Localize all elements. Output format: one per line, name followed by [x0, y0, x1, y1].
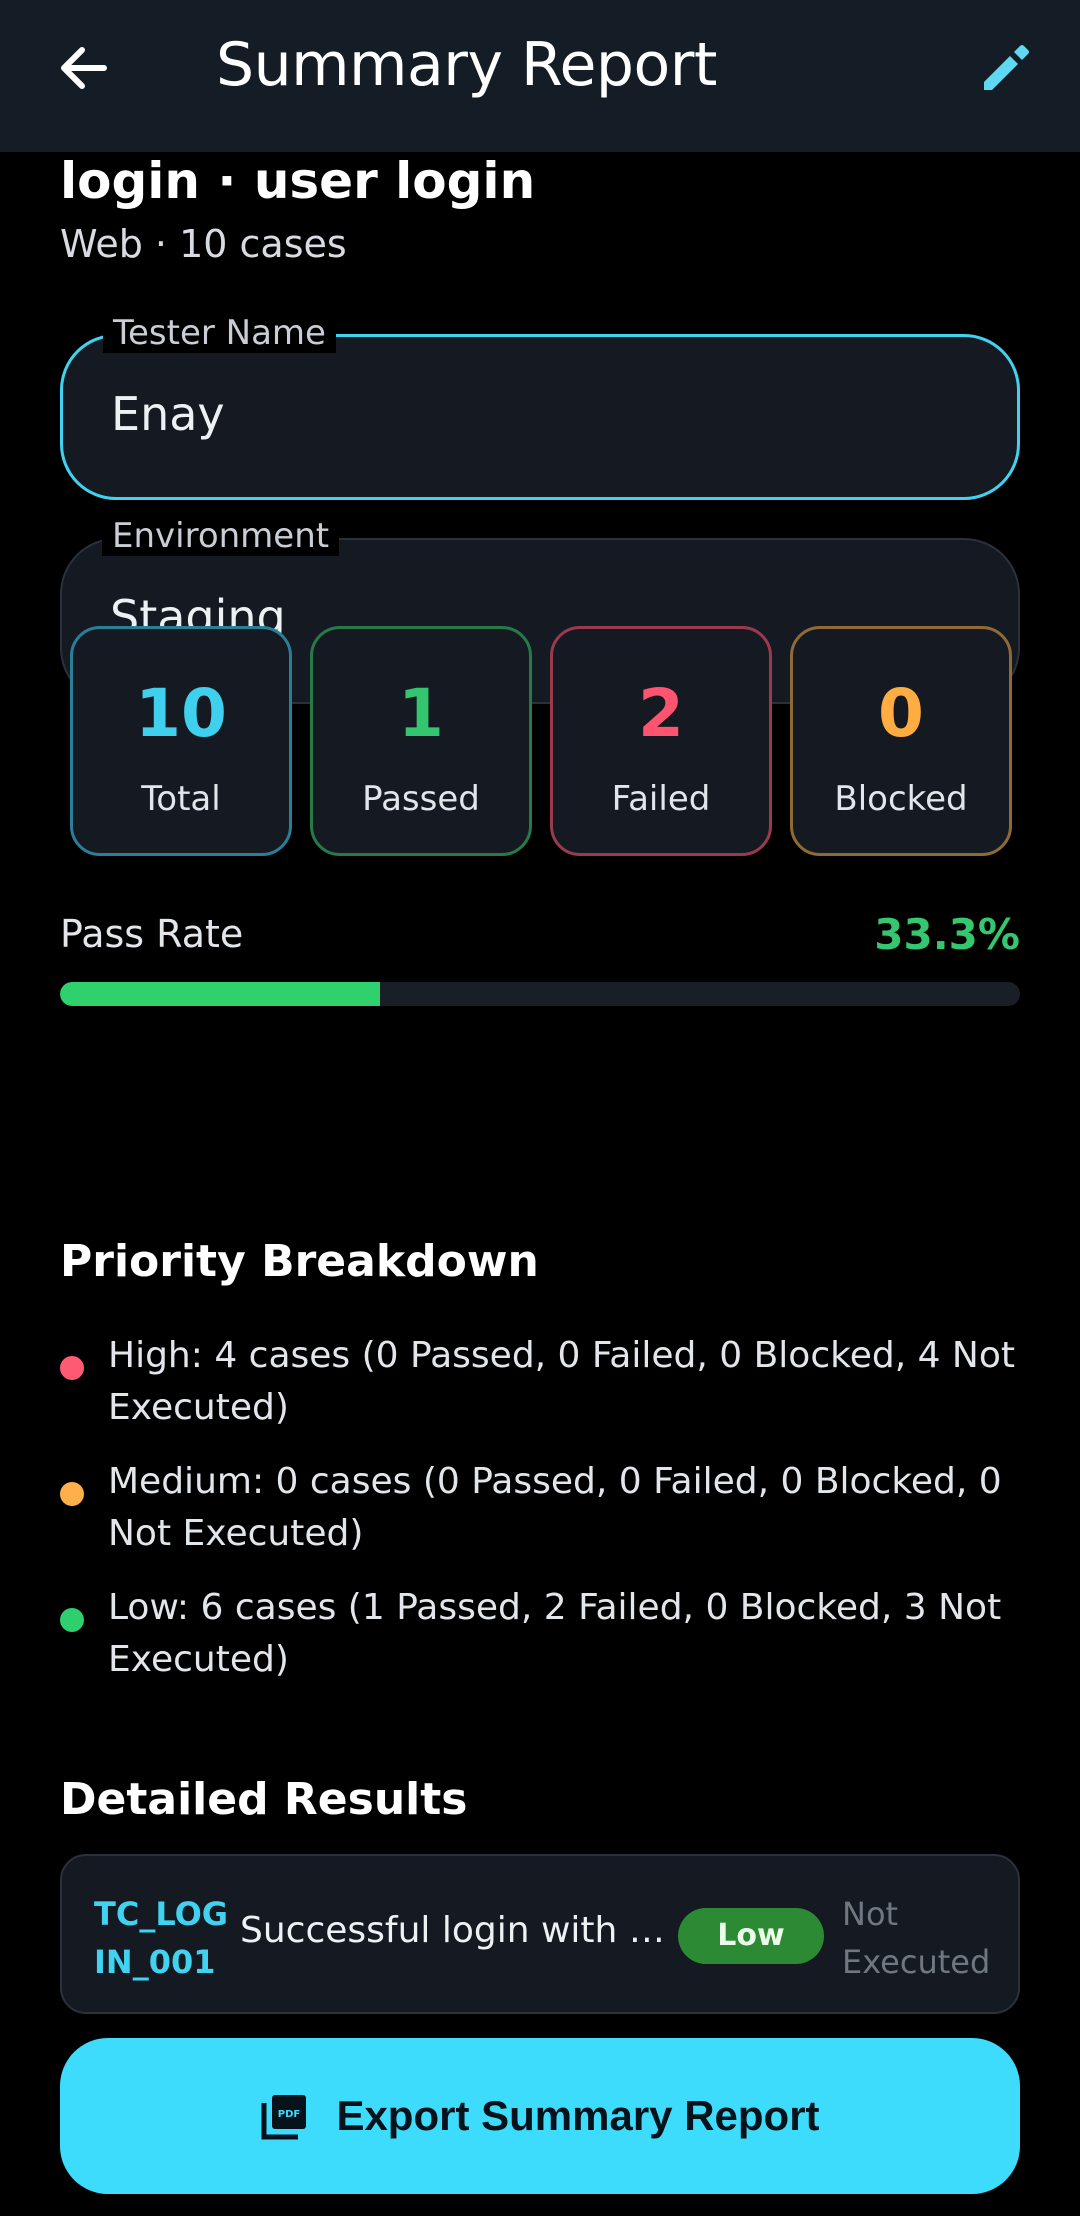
report-heading: login · user login — [60, 152, 536, 210]
pass-rate-label: Pass Rate — [60, 912, 244, 956]
tester-name-label: Tester Name — [103, 313, 336, 353]
result-priority-badge: Low — [678, 1908, 824, 1964]
priority-dot-low — [60, 1608, 84, 1632]
priority-dot-high — [60, 1356, 84, 1380]
stat-failed-label: Failed — [611, 779, 711, 819]
stat-blocked-label: Blocked — [834, 779, 968, 819]
pdf-file-icon: PDF — [260, 2091, 310, 2141]
report-subheading: Web · 10 cases — [60, 222, 347, 266]
pass-rate-value: 33.3% — [874, 910, 1020, 959]
result-test-title: Successful login with valid credentials — [240, 1910, 680, 1951]
detailed-results-title: Detailed Results — [60, 1774, 468, 1825]
environment-label: Environment — [102, 516, 340, 556]
app-bar: Summary Report — [0, 0, 1080, 152]
svg-text:PDF: PDF — [278, 2109, 300, 2120]
export-summary-button[interactable]: PDF Export Summary Report — [60, 2038, 1020, 2194]
priority-text-medium: Medium: 0 cases (0 Passed, 0 Failed, 0 B… — [108, 1461, 1002, 1554]
stat-card-blocked: 0 Blocked — [790, 626, 1012, 856]
result-test-id: TC_LOGIN_001 — [94, 1895, 229, 1981]
pencil-edit-icon[interactable] — [974, 36, 1038, 100]
stat-passed-value: 1 — [398, 675, 444, 752]
pass-rate-progress-fill — [60, 982, 380, 1006]
result-status: Not Executed — [842, 1895, 991, 1981]
page-title: Summary Report — [216, 30, 717, 100]
pass-rate-progress-bar — [60, 982, 1020, 1006]
priority-text-low: Low: 6 cases (1 Passed, 2 Failed, 0 Bloc… — [108, 1587, 1002, 1680]
stat-card-total: 10 Total — [70, 626, 292, 856]
stat-blocked-value: 0 — [878, 675, 924, 752]
stat-passed-label: Passed — [362, 779, 480, 819]
priority-text-high: High: 4 cases (0 Passed, 0 Failed, 0 Blo… — [108, 1335, 1015, 1428]
stat-failed-value: 2 — [638, 675, 684, 752]
stat-total-value: 10 — [135, 675, 227, 752]
stat-card-passed: 1 Passed — [310, 626, 532, 856]
stat-card-failed: 2 Failed — [550, 626, 772, 856]
arrow-back-icon[interactable] — [52, 36, 116, 100]
stat-total-label: Total — [141, 779, 221, 819]
tester-name-field[interactable]: Tester Name — [60, 313, 1020, 500]
export-summary-label: Export Summary Report — [336, 2092, 820, 2139]
result-row[interactable]: TC_LOGIN_001 Successful login with valid… — [60, 1854, 1020, 2014]
priority-breakdown-title: Priority Breakdown — [60, 1236, 539, 1287]
tester-name-input[interactable] — [111, 387, 971, 441]
priority-dot-medium — [60, 1482, 84, 1506]
